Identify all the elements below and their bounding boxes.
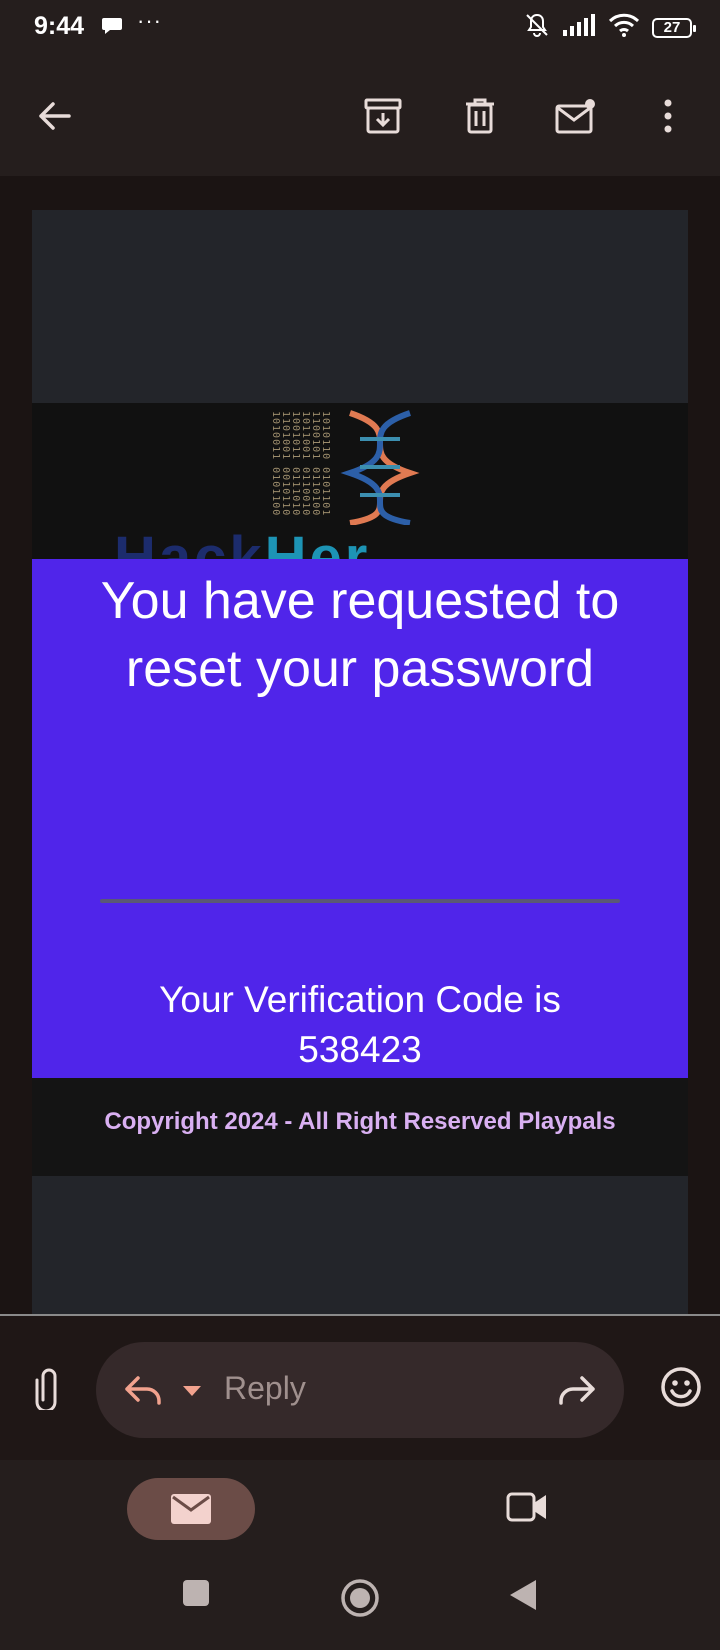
nav-mail-tab[interactable] <box>127 1478 255 1540</box>
copyright-text: Copyright 2024 - All Right Reserved Play… <box>104 1108 616 1135</box>
forward-icon[interactable] <box>558 1374 596 1411</box>
email-content-area: 1010110 0101101 1100101 0110100 1011001 … <box>0 176 720 1314</box>
reset-message-panel: You have requested to reset your passwor… <box>32 559 688 1078</box>
emoji-icon[interactable] <box>660 1366 702 1413</box>
reply-placeholder: Reply <box>224 1370 306 1406</box>
chevron-down-icon[interactable] <box>182 1384 202 1402</box>
battery-icon: 27 <box>652 17 696 38</box>
signal-icon <box>562 14 596 41</box>
verification-code-label: Your Verification Code is <box>159 979 561 1020</box>
back-button[interactable] <box>508 1578 538 1617</box>
verification-code-block: Your Verification Code is 538423 <box>72 975 648 1075</box>
brand-wordmark: HackHer <box>114 529 370 560</box>
brand-banner: 1010110 0101101 1100101 0110100 1011001 … <box>32 403 688 559</box>
email-body: 1010110 0101101 1100101 0110100 1011001 … <box>32 210 688 1314</box>
more-vert-icon[interactable] <box>644 92 692 140</box>
reply-icon[interactable] <box>124 1374 162 1411</box>
bottom-navigation <box>0 1460 720 1650</box>
reply-input[interactable]: Reply <box>96 1342 624 1438</box>
app-bar <box>0 56 720 176</box>
mark-unread-icon[interactable] <box>552 92 600 140</box>
chat-bubble-icon <box>101 16 123 41</box>
video-camera-icon[interactable] <box>506 1491 548 1528</box>
wifi-icon <box>608 13 640 42</box>
bell-off-icon <box>524 12 550 43</box>
attachment-icon[interactable] <box>22 1366 70 1415</box>
back-arrow-icon[interactable] <box>30 92 78 140</box>
mail-icon <box>171 1494 211 1524</box>
more-notifications-icon: ··· <box>137 8 162 33</box>
brand-word-her: Her <box>264 525 371 560</box>
battery-level: 27 <box>663 19 681 36</box>
verification-code-value: 538423 <box>298 1029 422 1070</box>
status-time: 9:44 <box>34 12 85 40</box>
divider <box>100 899 620 903</box>
brand-word-hack: Hack <box>114 525 265 560</box>
home-button[interactable] <box>340 1578 380 1623</box>
trash-icon[interactable] <box>456 92 504 140</box>
recent-apps-button[interactable] <box>181 1578 211 1613</box>
reset-headline: You have requested to reset your passwor… <box>100 572 620 698</box>
dna-logo-icon <box>340 410 420 525</box>
email-footer: Copyright 2024 - All Right Reserved Play… <box>32 1078 688 1176</box>
status-bar: 9:44 ··· 27 <box>0 0 720 56</box>
archive-icon[interactable] <box>359 92 407 140</box>
reply-bar: Reply <box>0 1314 720 1460</box>
